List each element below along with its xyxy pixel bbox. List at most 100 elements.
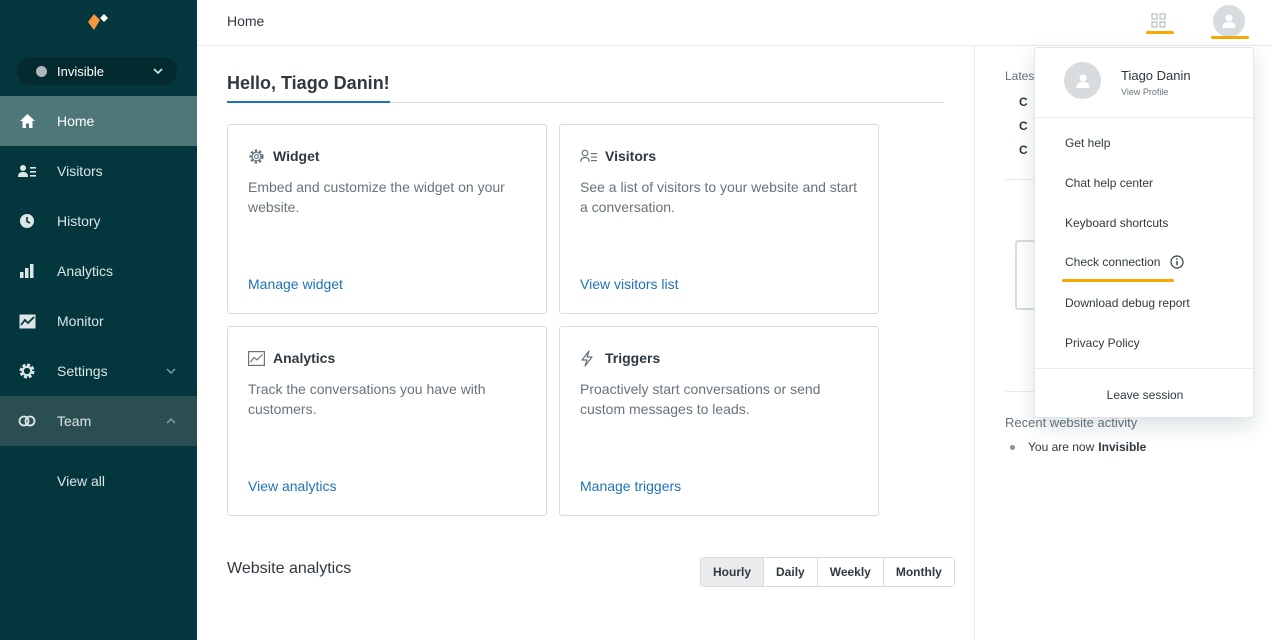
visitors-icon [18, 162, 36, 180]
analytics-icon [18, 262, 36, 280]
gear-icon [18, 362, 36, 380]
sidebar-item-label: Analytics [57, 263, 114, 279]
sidebar-item-label: Visitors [57, 163, 103, 179]
profile-name: Tiago Danin [1121, 68, 1191, 83]
sidebar-item-home[interactable]: Home [0, 96, 197, 146]
list-item[interactable]: C [1006, 143, 1028, 157]
menu-item-keyboard-shortcuts[interactable]: Keyboard shortcuts [1065, 216, 1168, 230]
top-header: Home [197, 0, 1272, 46]
manage-triggers-link[interactable]: Manage triggers [580, 478, 681, 494]
view-analytics-link[interactable]: View analytics [248, 478, 336, 494]
card-description: Proactively start conversations or send … [580, 381, 821, 417]
gear-icon [248, 147, 266, 165]
card-title: Triggers [605, 350, 661, 366]
sidebar-item-label: Team [57, 413, 92, 429]
activity-item: You are now Invisible [1010, 440, 1146, 454]
apps-grid-icon[interactable] [1151, 12, 1167, 30]
sidebar-item-monitor[interactable]: Monitor [0, 296, 197, 346]
card-visitors: Visitors See a list of visitors to your … [559, 124, 879, 314]
monitor-icon [18, 312, 36, 330]
visitors-icon [580, 147, 598, 165]
sidebar-item-label: Settings [57, 363, 108, 379]
leave-session-button[interactable]: Leave session [1035, 388, 1255, 402]
history-icon [18, 212, 36, 230]
sidebar-item-label: View all [57, 473, 105, 489]
sidebar-item-settings[interactable]: Settings [0, 346, 197, 396]
card-title: Widget [273, 148, 320, 164]
website-analytics-title: Website analytics [227, 560, 352, 577]
status-selector[interactable]: Invisible [17, 57, 177, 85]
card-header: Analytics [248, 349, 335, 367]
latest-heading: Lates [1005, 69, 1035, 83]
period-weekly-button[interactable]: Weekly [818, 558, 884, 586]
annotation-underline [1211, 36, 1249, 39]
period-hourly-button[interactable]: Hourly [701, 558, 765, 586]
user-icon [1076, 74, 1089, 88]
list-item-text: C [1019, 95, 1028, 109]
user-icon [1222, 14, 1236, 28]
sidebar-item-label: Home [57, 113, 95, 129]
list-item-text: C [1019, 143, 1028, 157]
sidebar-item-analytics[interactable]: Analytics [0, 246, 197, 296]
period-selector: Hourly Daily Weekly Monthly [700, 557, 955, 587]
card-header: Widget [248, 147, 320, 165]
annotation-underline [1146, 31, 1174, 34]
chevron-down-icon [166, 368, 176, 374]
sidebar-nav: Home Visitors History Analytics Monitor [0, 96, 197, 516]
profile-dropdown-menu: Tiago Danin View Profile Get help Chat h… [1034, 47, 1255, 418]
team-icon [18, 412, 36, 430]
sidebar: Invisible Home Visitors History Analytic… [0, 0, 197, 640]
status-label: Invisible [57, 63, 104, 79]
manage-widget-link[interactable]: Manage widget [248, 276, 343, 292]
user-avatar-button[interactable] [1213, 5, 1245, 37]
card-description: Embed and customize the widget on your w… [248, 179, 505, 215]
activity-status: Invisible [1098, 440, 1147, 454]
view-profile-link[interactable]: View Profile [1121, 87, 1168, 97]
lightning-icon [580, 349, 598, 367]
sidebar-item-label: Monitor [57, 313, 104, 329]
divider [1035, 368, 1255, 369]
card-header: Triggers [580, 349, 660, 367]
home-icon [18, 112, 36, 130]
card-widget: Widget Embed and customize the widget on… [227, 124, 547, 314]
active-underline [227, 101, 390, 103]
menu-item-download-debug-report[interactable]: Download debug report [1065, 296, 1190, 310]
list-item[interactable]: C [1006, 119, 1028, 133]
activity-text: You are now [1028, 440, 1095, 454]
status-dot [36, 65, 47, 77]
menu-item-chat-help-center[interactable]: Chat help center [1065, 176, 1153, 190]
view-visitors-list-link[interactable]: View visitors list [580, 276, 679, 292]
menu-item-get-help[interactable]: Get help [1065, 136, 1110, 150]
analytics-chart-icon [248, 349, 266, 367]
sidebar-item-visitors[interactable]: Visitors [0, 146, 197, 196]
menu-item-check-connection[interactable]: Check connection [1065, 255, 1184, 269]
card-header: Visitors [580, 147, 656, 165]
sidebar-item-view-all[interactable]: View all [0, 446, 197, 516]
chevron-down-icon [153, 68, 163, 75]
sidebar-item-history[interactable]: History [0, 196, 197, 246]
avatar [1064, 62, 1101, 99]
card-description: Track the conversations you have with cu… [248, 381, 486, 417]
bullet-icon [1010, 444, 1015, 450]
sidebar-item-label: History [57, 213, 101, 229]
list-item[interactable]: C [1006, 95, 1028, 109]
greeting-heading: Hello, Tiago Danin! [227, 73, 390, 93]
annotation-underline [1062, 279, 1174, 282]
menu-item-privacy-policy[interactable]: Privacy Policy [1065, 336, 1140, 350]
sidebar-item-team[interactable]: Team [0, 396, 197, 446]
list-item-text: C [1019, 119, 1028, 133]
card-analytics: Analytics Track the conversations you ha… [227, 326, 547, 516]
menu-item-label: Check connection [1065, 255, 1161, 269]
chevron-up-icon [166, 418, 176, 424]
page-title: Home [227, 13, 265, 29]
card-title: Analytics [273, 350, 336, 366]
profile-section: Tiago Danin View Profile [1035, 48, 1255, 118]
logo-icon [88, 14, 108, 30]
info-icon[interactable] [1170, 255, 1184, 269]
period-monthly-button[interactable]: Monthly [884, 558, 954, 586]
period-daily-button[interactable]: Daily [764, 558, 818, 586]
card-description: See a list of visitors to your website a… [580, 179, 858, 215]
card-triggers: Triggers Proactively start conversations… [559, 326, 879, 516]
main-content: Hello, Tiago Danin! Widget Embed and cus… [197, 46, 975, 640]
card-title: Visitors [605, 148, 657, 164]
